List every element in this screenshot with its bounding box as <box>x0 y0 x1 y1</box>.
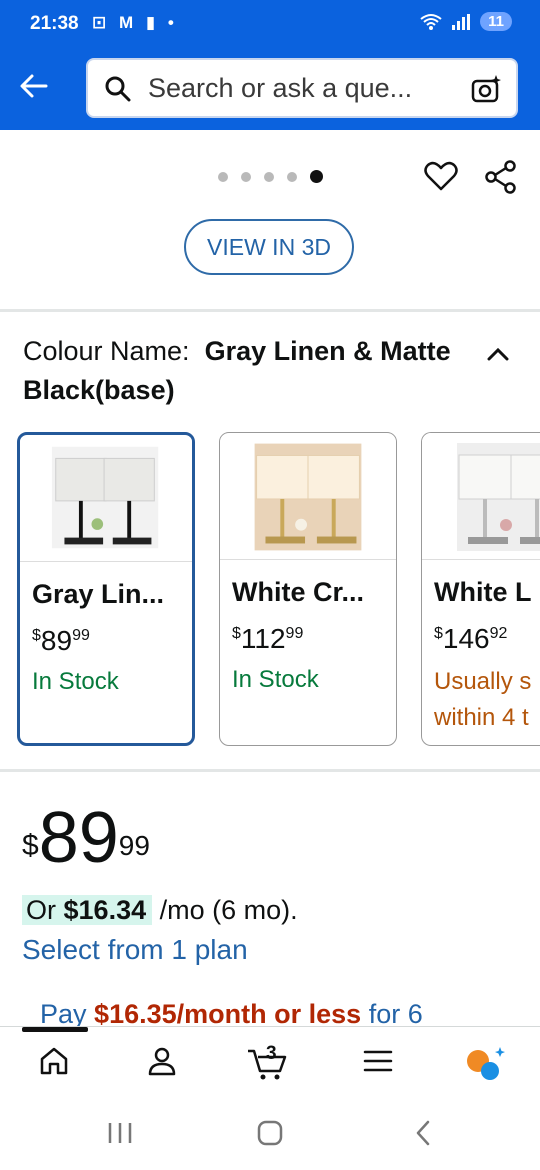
carousel-dot-active[interactable] <box>310 170 323 183</box>
home-button-icon[interactable] <box>256 1120 284 1146</box>
carousel-dot[interactable] <box>287 171 297 182</box>
variant-stock-status: In Stock <box>32 668 119 695</box>
variant-card-selected[interactable]: Gray Lin... $8999 In Stock <box>17 432 195 746</box>
search-icon <box>105 76 131 102</box>
rufus-icon[interactable] <box>464 1045 506 1081</box>
monthly-payment: Or $16.34 /mo (6 mo). <box>22 895 298 926</box>
top-bar: Search or ask a que... <box>0 48 540 130</box>
variant-price: $8999 <box>32 625 90 656</box>
system-nav-bar <box>0 1098 540 1170</box>
variant-name: White L <box>434 577 532 607</box>
variant-stock-status: In Stock <box>232 666 319 693</box>
lamp-image-white-linen <box>422 433 540 560</box>
carousel-dot[interactable] <box>241 171 251 182</box>
notification-icons: ⊡ M ▮ • <box>92 13 178 32</box>
variant-name: Gray Lin... <box>32 579 165 609</box>
monthly-highlight: Or $16.34 <box>22 895 153 925</box>
carousel-dot[interactable] <box>218 171 228 182</box>
home-icon[interactable] <box>38 1045 70 1077</box>
variant-stock-status: Usually s within 4 t <box>434 668 532 731</box>
menu-icon[interactable] <box>362 1045 394 1077</box>
carousel-dot[interactable] <box>264 171 274 182</box>
monthly-suffix: /mo (6 mo). <box>159 895 298 925</box>
colour-label: Colour Name: <box>23 336 190 366</box>
bottom-nav: 3 <box>0 1026 540 1099</box>
cart-button[interactable]: 3 <box>246 1043 290 1081</box>
status-time: 21:38 <box>30 13 79 34</box>
image-carousel-dots <box>218 170 323 183</box>
variant-card[interactable]: White Cr... $11299 In Stock <box>219 432 397 746</box>
search-placeholder: Search or ask a que... <box>148 73 413 103</box>
select-plan-link[interactable]: Select from 1 plan <box>22 934 248 966</box>
camera-search-icon[interactable] <box>470 73 502 105</box>
colour-name-heading: Colour Name: Gray Linen & Matte Black(ba… <box>23 332 463 410</box>
back-button-icon[interactable] <box>410 1120 438 1146</box>
status-bar: 21:38 ⊡ M ▮ • 11 <box>0 0 540 48</box>
battery-indicator: 11 <box>480 12 512 31</box>
variant-card[interactable]: White L $14692 Usually s within 4 t <box>421 432 540 746</box>
wifi-icon <box>420 13 442 30</box>
product-price: $8999 <box>22 798 150 878</box>
lamp-image-white-cream <box>220 433 396 560</box>
recent-apps-icon[interactable] <box>106 1120 134 1146</box>
chevron-up-icon[interactable] <box>486 346 510 362</box>
back-arrow-icon[interactable] <box>18 70 50 102</box>
variant-price: $11299 <box>232 623 304 654</box>
active-tab-indicator <box>22 1027 88 1032</box>
heart-icon[interactable] <box>424 160 458 192</box>
variant-price: $14692 <box>434 623 508 654</box>
variant-name: White Cr... <box>232 577 365 607</box>
share-icon[interactable] <box>484 160 518 194</box>
cart-count: 3 <box>266 1043 277 1064</box>
pay-monthly-offer[interactable]: Pay $16.35/month or less for 6 <box>40 999 540 1029</box>
view-in-3d-button[interactable]: VIEW IN 3D <box>184 219 354 275</box>
lamp-image-gray-linen <box>20 437 192 562</box>
section-divider <box>0 769 540 772</box>
account-icon[interactable] <box>146 1045 178 1077</box>
search-bar[interactable]: Search or ask a que... <box>86 58 518 118</box>
section-divider <box>0 309 540 312</box>
signal-icon <box>452 13 471 30</box>
